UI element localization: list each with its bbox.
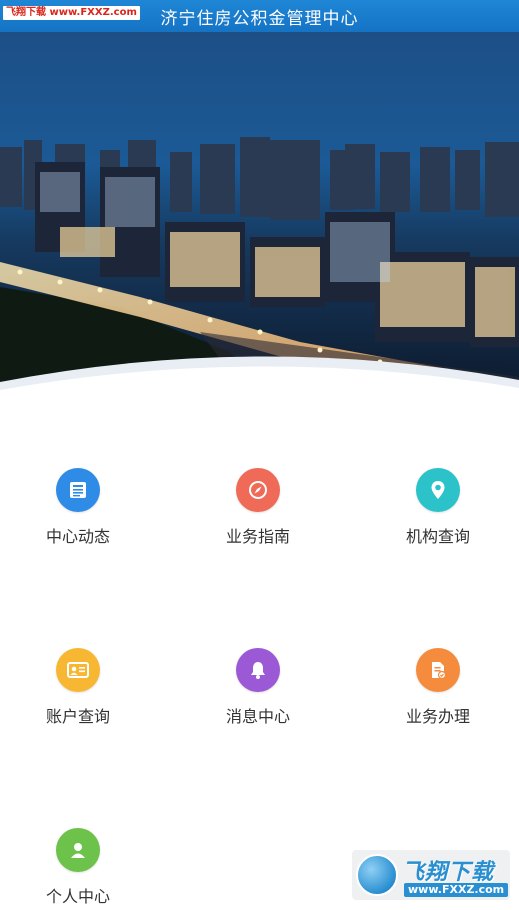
menu-item-service[interactable]: 业务办理 xyxy=(363,648,513,748)
watermark-logo-icon xyxy=(356,854,398,896)
menu-label: 业务指南 xyxy=(225,527,290,546)
banner-image xyxy=(0,32,519,412)
menu-item-news[interactable]: 中心动态 xyxy=(3,468,153,568)
watermark-name: 飞翔下载 xyxy=(402,860,495,885)
user-icon xyxy=(56,828,100,872)
location-pin-icon xyxy=(416,468,460,512)
watermark-domain: www.FXXZ.com xyxy=(404,883,509,897)
news-icon xyxy=(56,468,100,512)
compass-icon xyxy=(236,468,280,512)
watermark-badge: 飞翔下载 www.FXXZ.com xyxy=(3,6,140,20)
menu-item-profile[interactable]: 个人中心 xyxy=(3,828,153,910)
page-title: 济宁住房公积金管理中心 xyxy=(160,8,359,29)
menu-grid: 中心动态 业务指南 机构查询 账户查询 消息中心 业务办理 个人中心 xyxy=(0,412,519,910)
menu-item-messages[interactable]: 消息中心 xyxy=(183,648,333,748)
document-check-icon xyxy=(416,648,460,692)
account-card-icon xyxy=(56,648,100,692)
menu-item-branch[interactable]: 机构查询 xyxy=(363,468,513,568)
menu-label: 消息中心 xyxy=(225,707,290,726)
watermark-logo: 飞翔下载 www.FXXZ.com xyxy=(352,850,510,900)
menu-item-account[interactable]: 账户查询 xyxy=(3,648,153,748)
menu-label: 个人中心 xyxy=(45,887,110,906)
menu-label: 业务办理 xyxy=(405,707,470,726)
bell-icon xyxy=(236,648,280,692)
menu-label: 账户查询 xyxy=(45,707,110,726)
menu-item-guide[interactable]: 业务指南 xyxy=(183,468,333,568)
menu-label: 中心动态 xyxy=(45,527,110,546)
menu-label: 机构查询 xyxy=(405,527,470,546)
